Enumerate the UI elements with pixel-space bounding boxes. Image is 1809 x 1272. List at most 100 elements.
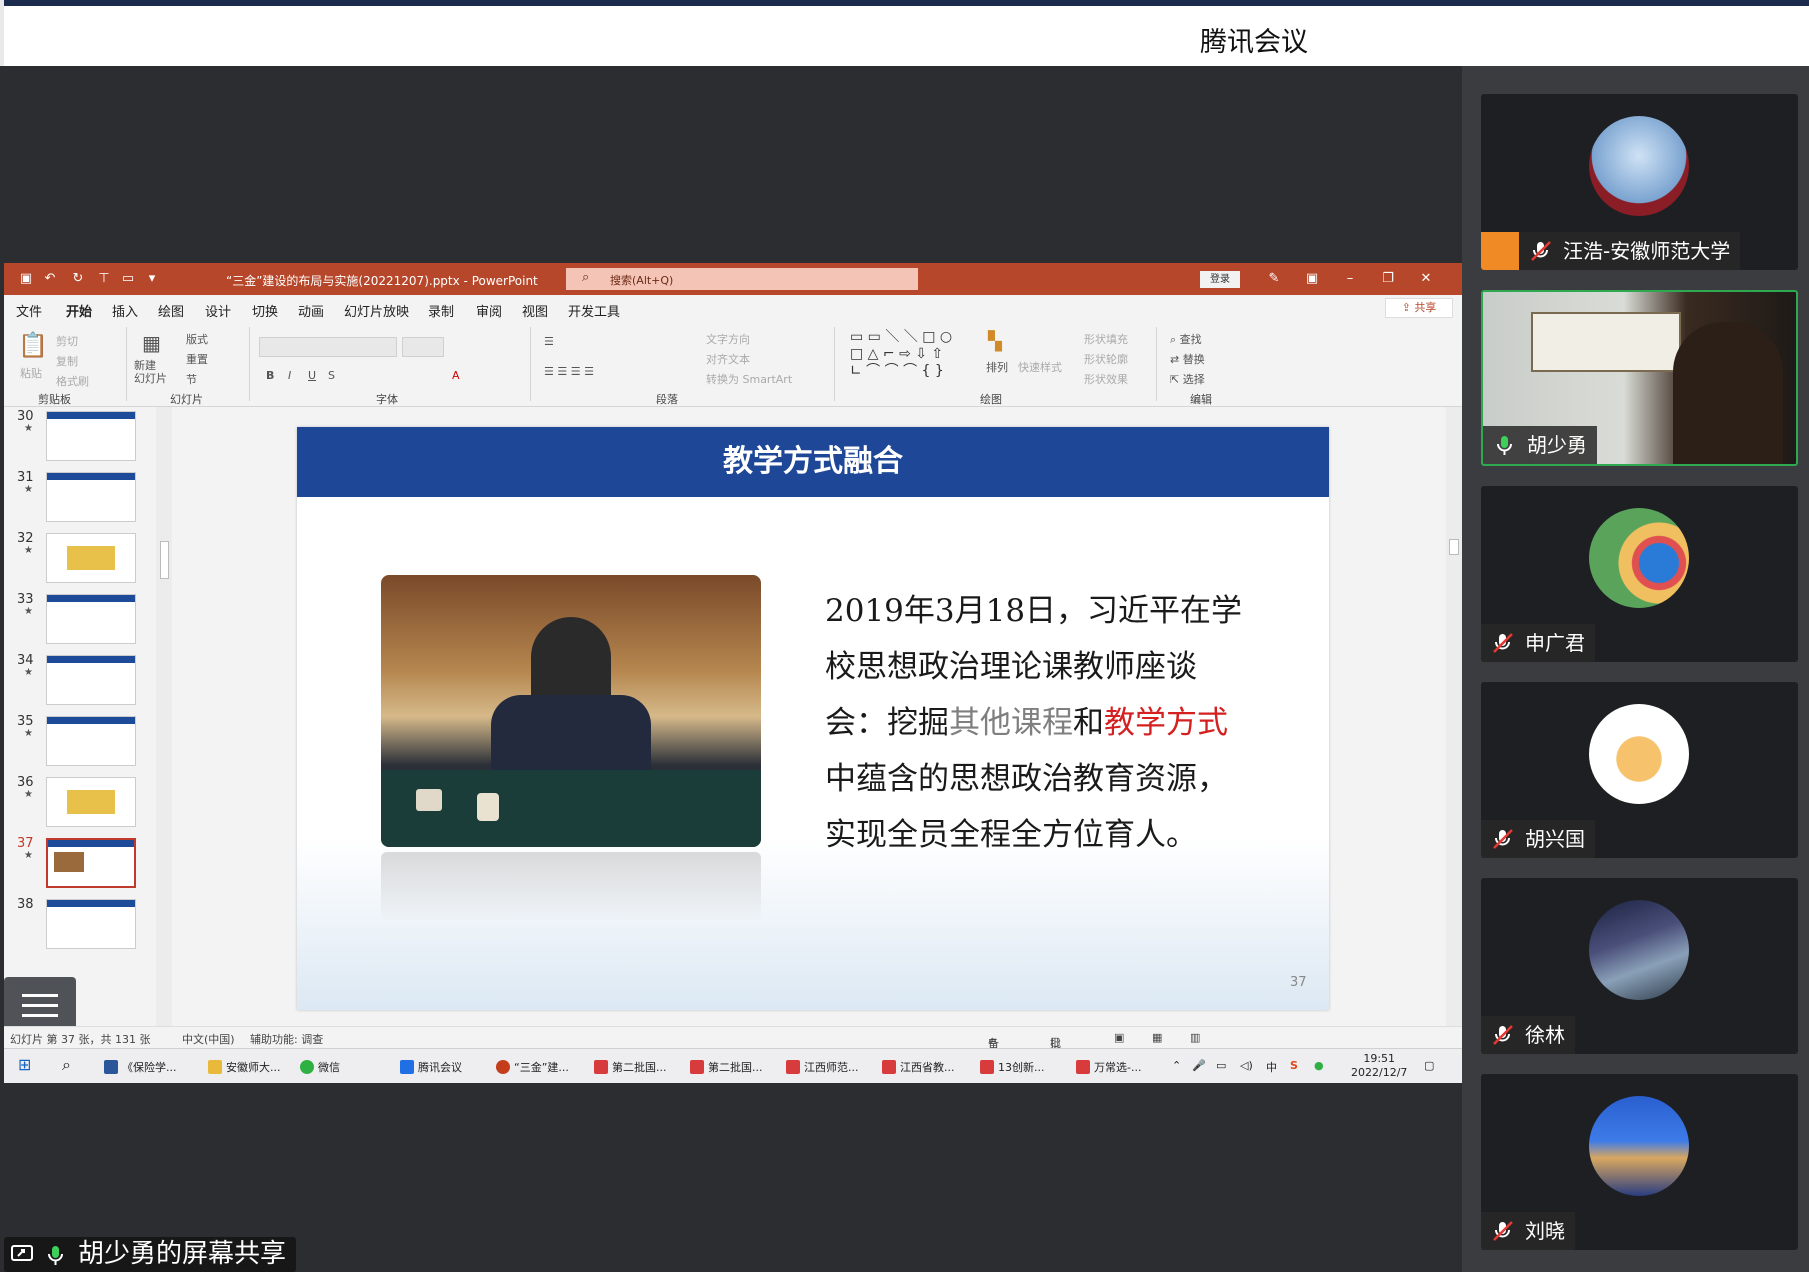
tray-network-icon[interactable]: ▭ — [1216, 1059, 1226, 1072]
language-status[interactable]: 中文(中国) — [182, 1031, 235, 1047]
thumbnail-scrollbar[interactable] — [156, 407, 172, 1065]
login-button[interactable]: 登录 — [1200, 271, 1240, 288]
slide-scrollbar[interactable] — [1446, 407, 1462, 1065]
align-icon[interactable]: ☰ ☰ ☰ ☰ — [544, 365, 594, 378]
font-size-dropdown[interactable] — [402, 337, 444, 357]
arrange-icon[interactable]: ▚ — [988, 331, 1002, 352]
save-icon[interactable]: ▣ — [18, 271, 34, 287]
menu-review[interactable]: 审阅 — [476, 301, 502, 320]
italic-icon[interactable]: I — [288, 369, 291, 382]
menu-file[interactable]: 文件 — [16, 301, 42, 320]
slide-thumbnail-selected[interactable] — [46, 838, 136, 888]
close-icon[interactable]: ✕ — [1418, 271, 1434, 287]
menu-design[interactable]: 设计 — [205, 301, 231, 320]
slide-thumbnail[interactable] — [46, 533, 136, 583]
taskbar-item[interactable]: 13创新... — [980, 1059, 1045, 1075]
replace-button[interactable]: ⇄ 替换 — [1170, 351, 1205, 367]
redo-icon[interactable]: ↻ — [70, 271, 86, 287]
slide-thumbnail[interactable] — [46, 411, 136, 461]
minimize-icon[interactable]: – — [1342, 271, 1358, 287]
slide-thumbnail[interactable] — [46, 472, 136, 522]
restore-icon[interactable]: ❐ — [1380, 271, 1396, 287]
undo-icon[interactable]: ↶ — [42, 271, 58, 287]
cut-button[interactable]: 剪切 — [56, 333, 78, 349]
participant-tile[interactable]: 徐林 — [1481, 878, 1798, 1054]
customize-icon[interactable]: ▾ — [144, 271, 160, 287]
shape-fill-button[interactable]: 形状填充 — [1084, 331, 1128, 347]
new-slide-button[interactable]: 新建 幻灯片 — [134, 359, 167, 385]
paste-label[interactable]: 粘贴 — [20, 365, 42, 381]
section-button[interactable]: 节 — [186, 371, 197, 387]
scrollbar-thumb[interactable] — [1449, 539, 1459, 555]
tray-mic-icon[interactable]: 🎤 — [1192, 1059, 1206, 1072]
taskbar-item[interactable]: 腾讯会议 — [400, 1059, 462, 1075]
taskbar-item[interactable]: 江西省教... — [882, 1059, 955, 1075]
tray-volume-icon[interactable]: ◁) — [1240, 1059, 1253, 1072]
search-box[interactable]: ⌕ 搜索(Alt+Q) — [566, 268, 918, 290]
participant-tile[interactable]: 汪浩-安徽师范大学 — [1481, 94, 1798, 270]
select-button[interactable]: ⇱ 选择 — [1170, 371, 1205, 387]
font-color-icon[interactable]: A — [452, 369, 460, 382]
participant-tile[interactable]: 刘晓 — [1481, 1074, 1798, 1250]
taskbar-item[interactable]: 第二批国... — [690, 1059, 763, 1075]
menu-slideshow[interactable]: 幻灯片放映 — [344, 301, 409, 320]
taskbar-item[interactable]: 《保险学... — [104, 1059, 177, 1075]
taskbar-clock[interactable]: 19:51 2022/12/7 — [1351, 1052, 1407, 1080]
menu-developer[interactable]: 开发工具 — [568, 301, 620, 320]
taskbar-item[interactable]: 第二批国... — [594, 1059, 667, 1075]
taskbar-item[interactable]: 万常选-... — [1076, 1059, 1141, 1075]
arrange-button[interactable]: 排列 — [986, 359, 1008, 375]
reading-view-icon[interactable]: ▥ — [1190, 1031, 1200, 1044]
shape-outline-button[interactable]: 形状轮廓 — [1084, 351, 1128, 367]
scrollbar-thumb[interactable] — [160, 541, 169, 579]
format-painter-button[interactable]: 格式刷 — [56, 373, 89, 389]
menu-animations[interactable]: 动画 — [298, 301, 324, 320]
new-file-icon[interactable]: ▭ — [120, 271, 136, 287]
smartart-button[interactable]: 转换为 SmartArt — [706, 371, 792, 387]
slide-thumbnail[interactable] — [46, 655, 136, 705]
find-button[interactable]: ⌕ 查找 — [1170, 331, 1202, 347]
accessibility-status[interactable]: 辅助功能: 调查 — [250, 1031, 323, 1047]
font-name-dropdown[interactable] — [259, 337, 397, 357]
slide-thumbnail[interactable] — [46, 594, 136, 644]
slide-thumbnail[interactable] — [46, 899, 136, 949]
underline-icon[interactable]: U — [308, 369, 316, 382]
taskbar-search-icon[interactable]: ⌕ — [62, 1055, 71, 1075]
slide-thumbnail[interactable] — [46, 716, 136, 766]
shapes-gallery[interactable]: ▭ ▭ ＼ ＼ □ ○ □ △ ⌐ ⇨ ⇩ ⇧ ∟ ⌒ ⌒ ⌒ { } — [850, 329, 952, 380]
reset-button[interactable]: 重置 — [186, 351, 208, 367]
taskbar-item[interactable]: 江西师范... — [786, 1059, 859, 1075]
shadow-icon[interactable]: S — [328, 369, 335, 382]
menu-draw[interactable]: 绘图 — [158, 301, 184, 320]
menu-record[interactable]: 录制 — [428, 301, 454, 320]
bold-icon[interactable]: B — [266, 369, 274, 382]
shape-effects-button[interactable]: 形状效果 — [1084, 371, 1128, 387]
notification-icon[interactable]: ▢ — [1424, 1059, 1434, 1072]
slide-thumbnail[interactable] — [46, 777, 136, 827]
tray-ime[interactable]: 中 — [1266, 1059, 1277, 1075]
menu-insert[interactable]: 插入 — [112, 301, 138, 320]
new-slide-icon[interactable]: ▦ — [142, 331, 161, 355]
ribbon-display-icon[interactable]: ▣ — [1304, 271, 1320, 287]
tray-overflow-icon[interactable]: ⌃ — [1172, 1059, 1181, 1072]
pen-icon[interactable]: ✎ — [1266, 271, 1282, 287]
windows-start-icon[interactable]: ⊞ — [18, 1055, 31, 1074]
copy-button[interactable]: 复制 — [56, 353, 78, 369]
layout-button[interactable]: 版式 — [186, 331, 208, 347]
participant-tile-speaking[interactable]: 胡少勇 — [1481, 290, 1798, 466]
taskbar-item[interactable]: 安徽师大... — [208, 1059, 281, 1075]
share-button[interactable]: ⇪ 共享 — [1385, 298, 1453, 318]
present-icon[interactable]: ⊤ — [96, 271, 112, 287]
participant-tile[interactable]: 申广君 — [1481, 486, 1798, 662]
quick-styles-button[interactable]: 快速样式 — [1018, 359, 1062, 375]
slide-canvas[interactable]: 教学方式融合 2019年3月18日，习近平在学校思想政治理论课教师座谈会：挖掘其… — [297, 427, 1329, 1010]
taskbar-item[interactable]: “三金”建... — [496, 1059, 569, 1075]
normal-view-icon[interactable]: ▣ — [1114, 1031, 1124, 1044]
text-direction-button[interactable]: 文字方向 — [706, 331, 750, 347]
paste-icon[interactable]: 📋 — [18, 331, 48, 359]
slide-sorter-icon[interactable]: ▦ — [1152, 1031, 1162, 1044]
tray-app-icon[interactable]: ● — [1314, 1059, 1324, 1072]
participant-tile[interactable]: 胡兴国 — [1481, 682, 1798, 858]
taskbar-item[interactable]: 微信 — [300, 1059, 340, 1075]
align-text-button[interactable]: 对齐文本 — [706, 351, 750, 367]
